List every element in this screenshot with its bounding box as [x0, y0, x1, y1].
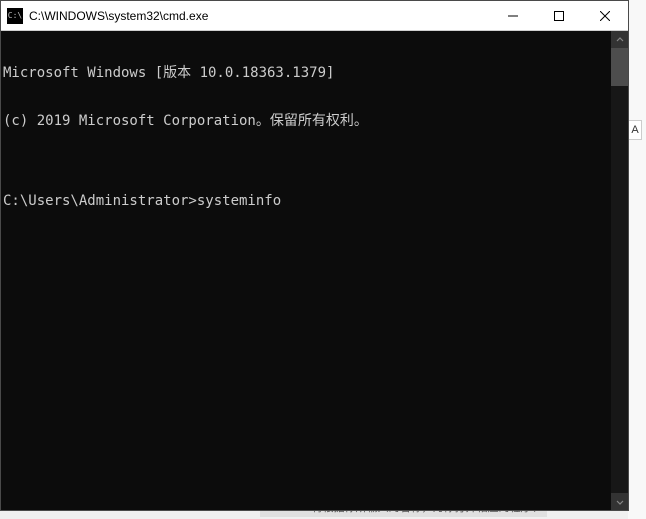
console-line-copyright: (c) 2019 Microsoft Corporation。保留所有权利。 [3, 113, 611, 129]
background-panel [628, 0, 646, 519]
close-button[interactable] [582, 1, 628, 30]
cmd-icon: C:\ [7, 8, 23, 24]
background-tab-letter: A [628, 120, 642, 140]
vertical-scrollbar[interactable] [611, 31, 628, 510]
console-line-version: Microsoft Windows [版本 10.0.18363.1379] [3, 65, 611, 81]
window-controls [490, 1, 628, 30]
maximize-icon [554, 11, 564, 21]
console-prompt-line: C:\Users\Administrator>systeminfo [3, 193, 611, 209]
scrollbar-up-button[interactable] [611, 31, 628, 48]
close-icon [600, 11, 610, 21]
scrollbar-down-button[interactable] [611, 493, 628, 510]
chevron-down-icon [616, 498, 624, 506]
minimize-icon [508, 11, 518, 21]
minimize-button[interactable] [490, 1, 536, 30]
console-content[interactable]: Microsoft Windows [版本 10.0.18363.1379] (… [1, 31, 611, 510]
window-title: C:\WINDOWS\system32\cmd.exe [29, 9, 490, 23]
maximize-button[interactable] [536, 1, 582, 30]
console-area[interactable]: Microsoft Windows [版本 10.0.18363.1379] (… [1, 31, 628, 510]
cmd-window: C:\ C:\WINDOWS\system32\cmd.exe Microsof… [0, 0, 629, 511]
titlebar[interactable]: C:\ C:\WINDOWS\system32\cmd.exe [1, 1, 628, 31]
chevron-up-icon [616, 36, 624, 44]
scrollbar-thumb[interactable] [611, 48, 628, 86]
